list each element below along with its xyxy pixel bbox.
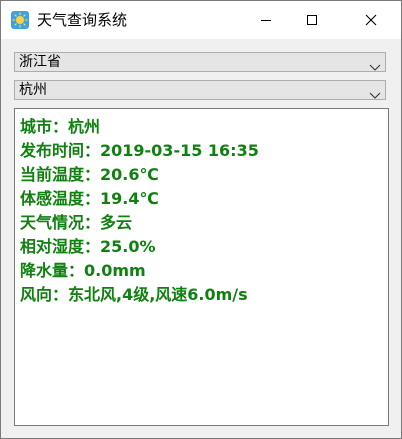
city-select[interactable]: 杭州 [14, 80, 386, 100]
close-icon [365, 11, 377, 30]
info-relative-humidity: 相对湿度：25.0% [20, 237, 156, 256]
info-weather-condition: 天气情况：多云 [20, 213, 133, 232]
province-select-value: 浙江省 [19, 54, 61, 70]
minimize-button[interactable] [243, 1, 289, 39]
weather-app-icon [11, 11, 29, 29]
info-publish-time: 发布时间：2019-03-15 16:35 [20, 141, 259, 160]
maximize-button[interactable] [289, 1, 335, 39]
city-select-value: 杭州 [19, 82, 47, 98]
province-select[interactable]: 浙江省 [14, 52, 386, 72]
weather-output-textbox[interactable]: 城市：杭州 发布时间：2019-03-15 16:35 当前温度：20.6℃ 体… [14, 108, 389, 426]
info-precipitation: 降水量：0.0mm [20, 261, 146, 280]
info-city: 城市：杭州 [20, 117, 101, 136]
chevron-down-icon [369, 57, 381, 71]
app-window: 天气查询系统 浙江省 杭州 城市：杭州 发布时间：2019-03-15 16:3… [0, 0, 402, 439]
info-current-temperature: 当前温度：20.6℃ [20, 165, 159, 184]
title-bar[interactable]: 天气查询系统 [1, 1, 401, 39]
chevron-down-icon [369, 85, 381, 99]
info-wind: 风向：东北风,4级,风速6.0m/s [20, 285, 248, 304]
maximize-icon [306, 11, 318, 30]
window-title: 天气查询系统 [37, 11, 128, 29]
minimize-icon [260, 11, 272, 30]
info-feels-like-temperature: 体感温度：19.4℃ [20, 189, 159, 208]
close-button[interactable] [348, 1, 394, 39]
